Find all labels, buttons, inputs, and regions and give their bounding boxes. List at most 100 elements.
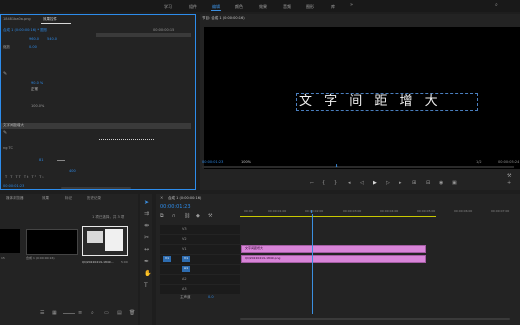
extract-icon[interactable]: ⊟ — [426, 181, 430, 186]
workspace-bar: 学习 组件 编辑 颜色 效果 音频 图形 库 » ⌕ — [0, 0, 520, 12]
track-label-v1: V1 — [182, 247, 187, 251]
workspace-assembly[interactable]: 组件 — [189, 4, 197, 10]
tab-effects[interactable]: 效果 — [42, 196, 49, 201]
track-target-a1[interactable]: A1 — [182, 266, 190, 272]
pen-icon[interactable]: ✎ — [3, 72, 7, 77]
pen-icon-2[interactable]: ✎ — [3, 131, 7, 136]
marker-icon[interactable]: ◆ — [196, 214, 200, 219]
ripple-edit-icon[interactable]: ⇹ — [144, 223, 149, 229]
workspace-learn[interactable]: 学习 — [164, 4, 172, 10]
mark-out-icon[interactable]: { — [322, 181, 325, 186]
track-header-a3[interactable]: A3 — [160, 285, 240, 294]
playhead-icon[interactable]: ⬇ — [335, 164, 338, 168]
text-layer-row[interactable]: 文字间距增大 — [1, 123, 191, 129]
add-button-icon[interactable]: + — [507, 181, 511, 186]
source-patch-v1[interactable]: V1 — [163, 256, 171, 262]
program-timecode[interactable]: 00:00:01:23 — [202, 160, 223, 164]
timeline-wrench-icon[interactable]: ⚒ — [208, 214, 212, 219]
step-forward-icon[interactable]: ▷ — [386, 181, 390, 186]
search-bin-icon[interactable]: ⌕ — [91, 311, 94, 316]
master-track-value[interactable]: 0.0 — [208, 295, 214, 299]
source-tab[interactable]: 18481ba0a.png — [3, 17, 31, 21]
track-header-a1[interactable]: A1 — [160, 265, 240, 274]
new-item-icon[interactable]: ▤ — [117, 311, 122, 316]
goto-in-icon[interactable]: } — [334, 181, 337, 186]
program-video-frame[interactable]: 文 字 间 距 增 大 — [204, 27, 520, 169]
opacity-value[interactable]: 90.0 % — [31, 81, 43, 85]
track-select-icon[interactable]: ⇉ — [144, 211, 149, 217]
export-frame-icon[interactable]: ◉ — [439, 181, 443, 186]
text-bounding-box[interactable]: 文 字 间 距 增 大 — [296, 93, 478, 111]
tracking-value[interactable]: 400 — [69, 169, 76, 173]
mark-in-icon[interactable]: ⌐ — [310, 181, 314, 186]
timeline-playhead[interactable] — [312, 214, 313, 314]
tab-markers[interactable]: 标记 — [65, 196, 72, 201]
track-header-v1[interactable]: V1 — [160, 245, 240, 254]
search-icon[interactable]: ⌕ — [495, 3, 498, 8]
workspace-color[interactable]: 颜色 — [235, 4, 243, 10]
timeline-scrollbar[interactable] — [240, 318, 510, 320]
blend-mode-select[interactable]: 正常 — [31, 87, 38, 92]
clip-image[interactable]: QQ20220419-1849.png — [241, 255, 426, 263]
icon-view-icon[interactable]: ▦ — [52, 311, 57, 316]
effect-controls-tab[interactable]: 效果控件 — [43, 17, 57, 22]
timeline-title[interactable]: 合成 1 (0:00:00:16) — [168, 196, 201, 201]
track-header-v1b[interactable]: V1 V1 — [160, 255, 240, 264]
step-back-icon[interactable]: ◂ — [348, 181, 351, 186]
slip-tool-icon[interactable]: ↔ — [144, 247, 149, 253]
thumbnail-sequence[interactable] — [26, 229, 78, 255]
font-size-slider[interactable] — [57, 160, 65, 161]
snap-icon[interactable]: ∩ — [172, 214, 176, 219]
lift-icon[interactable]: ⊞ — [412, 181, 416, 186]
track-label-v2: V2 — [182, 237, 187, 241]
nest-icon[interactable]: ⧉ — [160, 214, 164, 219]
wrench-icon[interactable]: ⚒ — [507, 174, 511, 179]
text-layer-label: 文字间距增大 — [3, 123, 24, 127]
goto-out-icon[interactable]: ▸ — [399, 181, 402, 186]
tab-history[interactable]: 历史记录 — [87, 196, 101, 201]
step-back-frame-icon[interactable]: ◁ — [360, 181, 364, 186]
program-scrub-bar[interactable] — [202, 166, 514, 168]
play-icon[interactable]: ▶ — [373, 181, 377, 186]
sort-icon[interactable]: ≡ — [78, 311, 82, 316]
type-tool-icon[interactable]: T — [144, 283, 148, 289]
thumb-size-slider[interactable] — [63, 313, 75, 314]
work-area-bar[interactable] — [240, 216, 436, 217]
scale-value[interactable]: 0.00 — [29, 45, 37, 49]
razor-icon[interactable]: ✂ — [144, 235, 149, 241]
track-header-a2[interactable]: A2 — [160, 275, 240, 284]
thumbnail-0[interactable] — [0, 229, 20, 253]
workspace-audio[interactable]: 音频 — [283, 4, 291, 10]
track-header-v3[interactable]: V3 — [160, 225, 240, 234]
zoom-select[interactable]: 100% — [241, 160, 251, 164]
timeline-timecode[interactable]: 00:00:01:23 — [160, 204, 191, 210]
track-header-v2[interactable]: V2 — [160, 235, 240, 244]
effect-zoom-scroll[interactable] — [61, 187, 131, 189]
workspace-graphics[interactable]: 图形 — [306, 4, 314, 10]
tab-media-browser[interactable]: 媒体浏览器 — [6, 196, 24, 201]
workspace-libraries[interactable]: 库 — [331, 4, 335, 10]
hand-tool-icon[interactable]: ✋ — [144, 271, 151, 277]
font-size-value[interactable]: 81 — [39, 158, 43, 162]
position-x-value[interactable]: 960.0 — [29, 37, 39, 41]
resolution-select[interactable]: 1/2 — [476, 160, 482, 164]
close-sequence-icon[interactable]: ✕ — [160, 196, 163, 200]
thumbnail-image[interactable] — [82, 226, 128, 256]
pen-tool-icon[interactable]: ✒ — [144, 259, 149, 265]
clip-text-graphic[interactable]: 文字间距增大 — [241, 245, 426, 253]
comparison-icon[interactable]: ▣ — [452, 181, 457, 186]
position-y-value[interactable]: 540.0 — [47, 37, 57, 41]
timeline-playhead-head-icon[interactable]: ⬇ — [310, 210, 313, 214]
workspace-effects[interactable]: 效果 — [259, 4, 267, 10]
more-workspaces-icon[interactable]: » — [350, 3, 353, 8]
list-view-icon[interactable]: ☰ — [40, 311, 44, 316]
text-style-buttons[interactable]: T T TT Tt T¹ T₁ — [5, 175, 45, 179]
font-name[interactable]: ng TC — [3, 146, 13, 150]
linked-icon[interactable]: ⛓ — [184, 214, 190, 219]
new-bin-icon[interactable]: ▭ — [104, 311, 109, 316]
ruler-tick-5: 00:00:05:00 — [417, 209, 436, 213]
percent-value: 100.0% — [31, 104, 45, 108]
selection-tool-icon[interactable]: ➤ — [144, 200, 149, 206]
delete-icon[interactable]: 🗑 — [129, 311, 135, 316]
track-target-v1[interactable]: V1 — [182, 256, 190, 262]
